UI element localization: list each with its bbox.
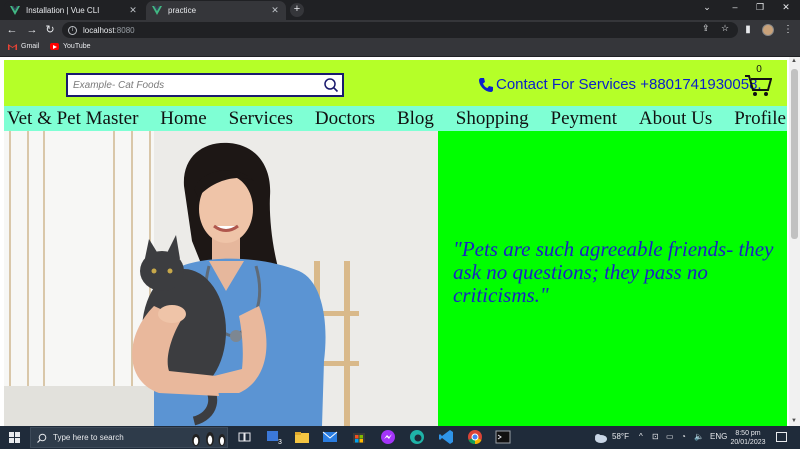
wifi-icon[interactable]: ◔ — [681, 432, 686, 441]
forward-button[interactable]: → — [25, 23, 39, 37]
notification-icon[interactable] — [776, 432, 787, 442]
clock-date: 20/01/2023 — [730, 439, 766, 446]
search-icon[interactable] — [323, 77, 339, 93]
cart-count: 0 — [756, 64, 762, 75]
main-nav: Vet & Pet Master Home Services Doctors B… — [4, 106, 787, 131]
nav-profile[interactable]: Profile — [734, 108, 786, 130]
quote-panel: "Pets are such agreeable friends- they a… — [438, 131, 787, 426]
messenger-icon[interactable] — [380, 429, 396, 445]
search-icon — [37, 433, 47, 443]
nav-doctors[interactable]: Doctors — [315, 108, 375, 130]
task-view-icon[interactable] — [236, 429, 252, 445]
site-header: Contact For Services +8801741930058. 0 — [4, 60, 787, 106]
close-icon[interactable]: ✕ — [270, 5, 280, 16]
minimize-button[interactable]: – — [725, 2, 745, 12]
volume-icon[interactable]: 🔈 — [694, 432, 704, 441]
address-bar[interactable]: i localhost:8080 — [62, 22, 738, 38]
terminal-icon[interactable] — [495, 429, 511, 445]
close-icon[interactable]: ✕ — [128, 5, 138, 16]
reload-button[interactable]: ↻ — [43, 23, 57, 37]
contact-text: Contact For Services +8801741930058. — [496, 76, 762, 93]
file-explorer-icon[interactable] — [294, 429, 310, 445]
network-drive-icon[interactable]: ⊡ — [652, 432, 659, 441]
nav-services[interactable]: Services — [229, 108, 293, 130]
menu-icon[interactable]: ⋮ — [781, 23, 795, 37]
bookmark-gmail[interactable]: Gmail — [8, 43, 39, 50]
vscode-icon[interactable] — [438, 429, 454, 445]
browser-toolbar: ← → ↻ i localhost:8080 ⇪ ☆ ▮ ⋮ — [0, 20, 800, 40]
chevron-up-icon[interactable]: ^ — [639, 432, 643, 441]
system-clock[interactable]: 8:50 pm 20/01/2023 — [728, 429, 768, 447]
phone-icon — [479, 77, 493, 92]
web-page: Contact For Services +8801741930058. 0 V… — [4, 60, 787, 426]
tab-label: practice — [168, 6, 197, 15]
window-close-button[interactable]: ✕ — [776, 2, 796, 13]
microsoft-store-icon[interactable] — [351, 429, 367, 445]
bookmark-star-icon[interactable]: ☆ — [721, 23, 729, 34]
pet-quote: "Pets are such agreeable friends- they a… — [453, 237, 774, 307]
clock-time: 8:50 pm — [735, 430, 761, 437]
page-scrollbar[interactable]: ▲ ▼ — [789, 57, 800, 426]
vet-holding-cat-illustration — [4, 131, 438, 426]
bookmark-youtube[interactable]: YouTube — [50, 43, 91, 50]
tab-label: Installation | Vue CLI — [26, 6, 100, 15]
page-viewport: Contact For Services +8801741930058. 0 V… — [0, 57, 800, 426]
windows-taskbar: Type here to search 30 58°F ^ ⊡ ▭ ◔ 🔈 EN… — [0, 426, 800, 449]
product-search-box — [66, 73, 344, 97]
mail-icon[interactable] — [322, 429, 338, 445]
info-icon[interactable]: i — [68, 25, 77, 35]
weather-temp[interactable]: 58°F — [612, 432, 629, 441]
search-input[interactable] — [68, 75, 308, 96]
profile-avatar[interactable] — [762, 24, 774, 36]
edge-browser-icon[interactable] — [409, 429, 425, 445]
youtube-icon — [50, 43, 59, 50]
nav-home[interactable]: Home — [160, 108, 206, 130]
share-icon[interactable]: ⇪ — [702, 23, 710, 34]
taskbar-search-placeholder: Type here to search — [53, 433, 124, 442]
scroll-down-icon[interactable]: ▼ — [791, 418, 797, 424]
scrollbar-thumb[interactable] — [791, 69, 798, 239]
hero-photo-vet-with-cat — [4, 131, 438, 426]
contact-info: Contact For Services +8801741930058. — [478, 76, 762, 93]
back-button[interactable]: ← — [5, 23, 19, 37]
nav-about-us[interactable]: About Us — [639, 108, 712, 130]
svg-text:30: 30 — [278, 439, 282, 445]
nav-peyment[interactable]: Peyment — [551, 108, 618, 130]
restore-button[interactable]: ❐ — [750, 2, 770, 13]
tab-practice[interactable]: practice ✕ — [146, 1, 286, 20]
sidebar-icon[interactable]: ▮ — [741, 23, 755, 37]
windows-start-icon[interactable] — [9, 432, 20, 443]
shopping-cart-icon[interactable]: 0 — [744, 63, 772, 97]
nav-shopping[interactable]: Shopping — [456, 108, 529, 130]
url-text: localhost:8080 — [83, 25, 135, 35]
browser-tab-bar: Installation | Vue CLI ✕ practice ✕ + ⌄ … — [0, 0, 800, 20]
chevron-down-icon[interactable]: ⌄ — [697, 2, 717, 13]
nav-brand[interactable]: Vet & Pet Master — [7, 108, 138, 130]
nav-blog[interactable]: Blog — [397, 108, 434, 130]
weather-cloud-icon[interactable] — [592, 429, 608, 445]
new-tab-button[interactable]: + — [290, 3, 304, 17]
news-widget-icon[interactable]: 30 — [266, 429, 282, 445]
tab-installation[interactable]: Installation | Vue CLI ✕ — [4, 1, 144, 20]
language-indicator[interactable]: ENG — [710, 432, 727, 441]
vue-logo-icon — [152, 6, 162, 15]
scroll-up-icon[interactable]: ▲ — [791, 58, 797, 64]
gmail-icon — [8, 44, 17, 50]
penguins-search-highlight-icon[interactable] — [188, 429, 228, 447]
vue-logo-icon — [10, 6, 20, 15]
chrome-icon[interactable] — [467, 429, 483, 445]
battery-icon[interactable]: ▭ — [666, 432, 674, 441]
bookmarks-bar: Gmail YouTube — [0, 40, 800, 57]
